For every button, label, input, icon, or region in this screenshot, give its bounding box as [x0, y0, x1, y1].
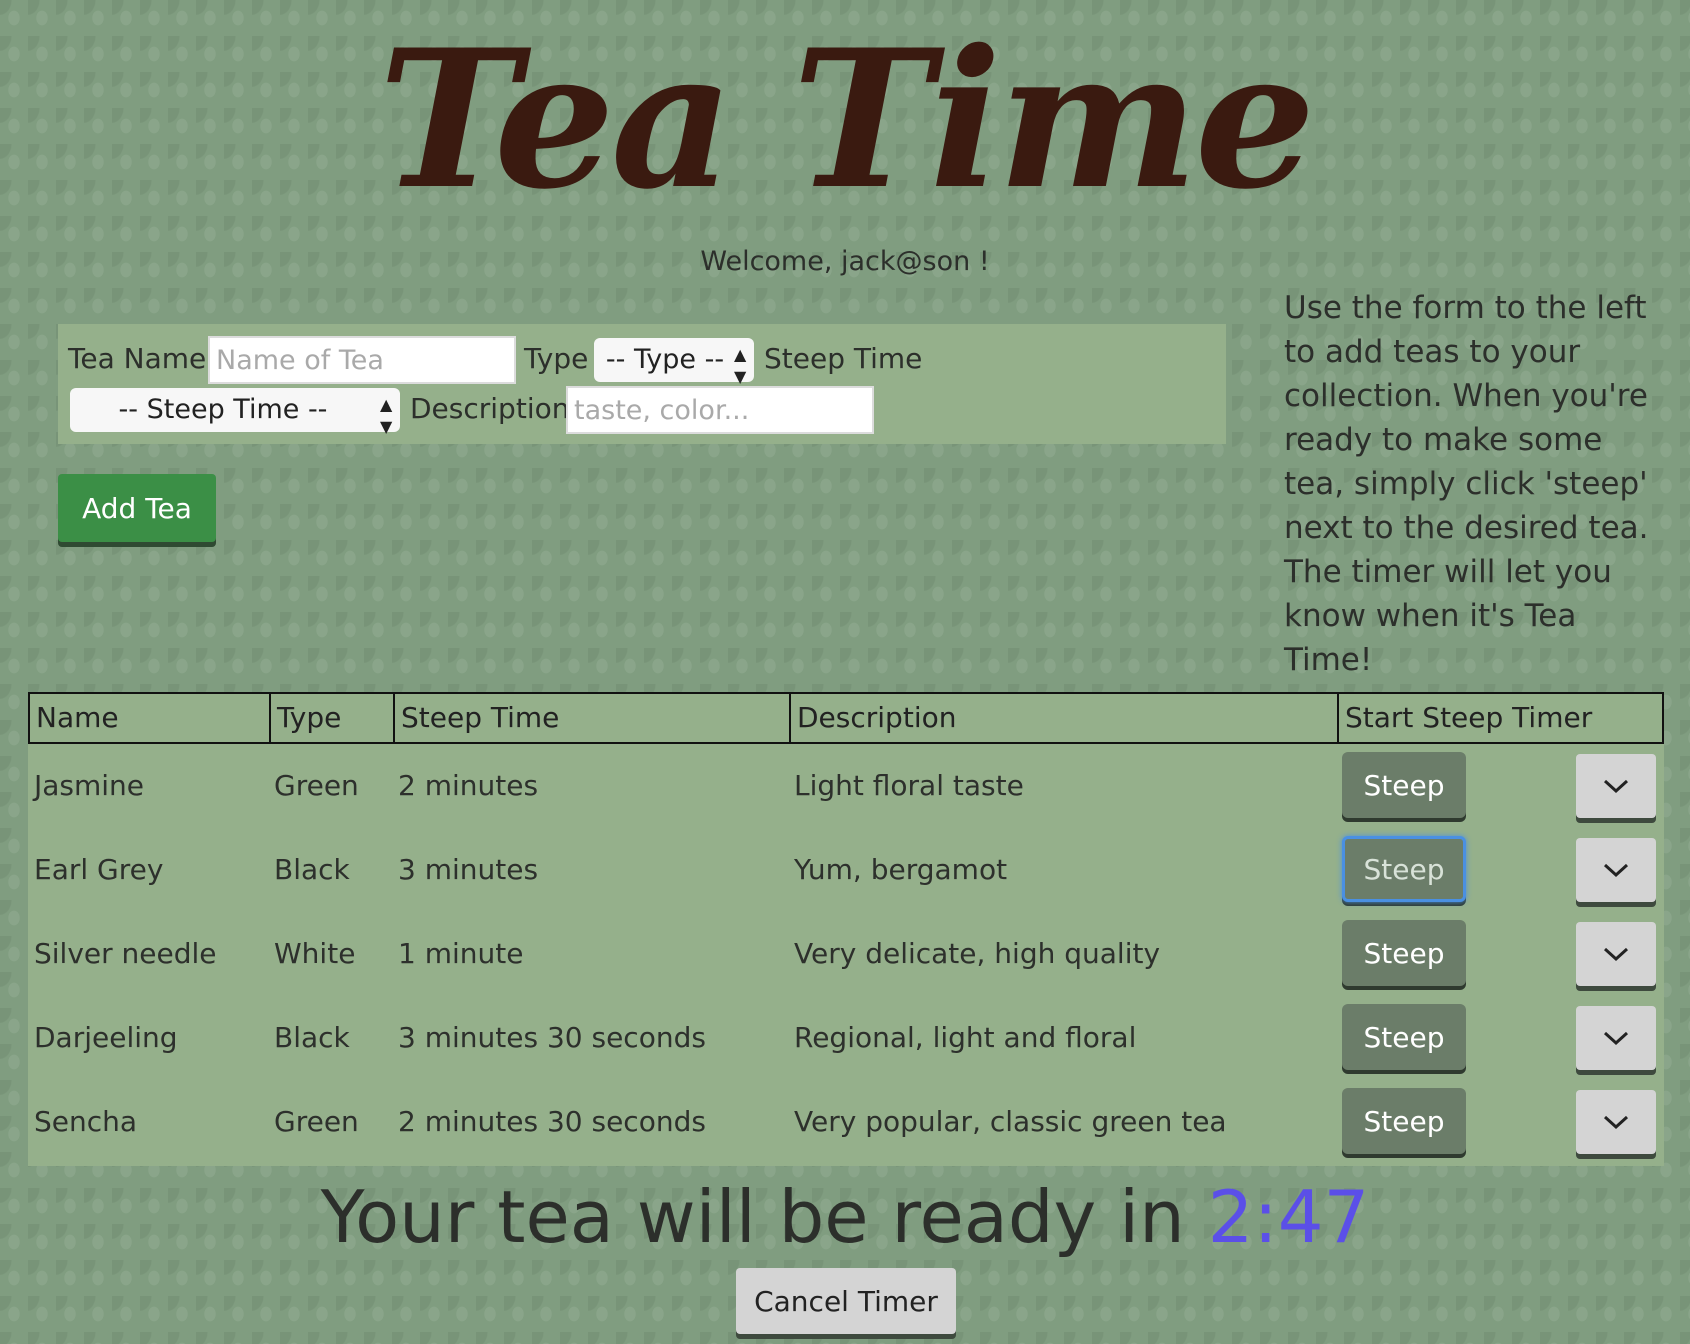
expand-row-button[interactable] — [1576, 1006, 1656, 1070]
table-row: Darjeeling Black 3 minutes 30 seconds Re… — [28, 996, 1664, 1080]
column-header-start-steep-timer: Start Steep Timer — [1345, 701, 1593, 734]
steep-button[interactable]: Steep — [1342, 920, 1466, 986]
table-row: Earl Grey Black 3 minutes Yum, bergamot … — [28, 828, 1664, 912]
steep-time-cell: 3 minutes — [398, 853, 539, 886]
tea-type-cell: Green — [274, 1105, 359, 1138]
table-row: Jasmine Green 2 minutes Light floral tas… — [28, 744, 1664, 828]
steep-button[interactable]: Steep — [1342, 1004, 1466, 1070]
welcome-message: Welcome, jack@son ! — [700, 246, 990, 277]
timer-status: Your tea will be ready in 2:47 — [0, 1172, 1690, 1262]
steep-button[interactable]: Steep — [1342, 1088, 1466, 1154]
steep-time-cell: 2 minutes — [398, 769, 539, 802]
tea-table: Name Type Steep Time Description Start S… — [28, 692, 1664, 1166]
column-header-steep-time: Steep Time — [395, 694, 791, 742]
tea-name-cell: Earl Grey — [34, 853, 164, 886]
description-cell: Regional, light and floral — [794, 1021, 1137, 1054]
table-header: Name Type Steep Time Description Start S… — [28, 692, 1664, 744]
chevron-down-icon — [1603, 863, 1629, 878]
description-cell: Very delicate, high quality — [794, 937, 1161, 970]
chevron-down-icon — [1603, 779, 1629, 794]
expand-row-button[interactable] — [1576, 838, 1656, 902]
steep-button[interactable]: Steep — [1342, 752, 1466, 818]
tea-type-cell: Black — [274, 853, 350, 886]
steep-time-cell: 1 minute — [398, 937, 524, 970]
app-title: Tea Time — [378, 8, 1315, 231]
select-arrows-icon: ▲ ▼ — [380, 395, 393, 436]
steep-time-cell: 2 minutes 30 seconds — [398, 1105, 706, 1138]
timer-message: Your tea will be ready in — [320, 1175, 1185, 1259]
expand-row-button[interactable] — [1576, 1090, 1656, 1154]
description-input[interactable] — [566, 386, 874, 434]
column-header-type: Type — [271, 694, 395, 742]
steep-time-label: Steep Time — [764, 342, 923, 375]
timer-countdown: 2:47 — [1207, 1175, 1370, 1259]
type-label: Type — [524, 342, 589, 375]
steep-time-select[interactable]: -- Steep Time -- ▲ ▼ — [70, 388, 400, 436]
chevron-down-icon — [1603, 1031, 1629, 1046]
chevron-down-icon — [1603, 947, 1629, 962]
add-tea-button[interactable]: Add Tea — [58, 474, 216, 542]
type-select-value: -- Type -- — [605, 344, 725, 375]
tea-type-cell: Black — [274, 1021, 350, 1054]
description-cell: Yum, bergamot — [794, 853, 1008, 886]
column-header-name: Name — [30, 694, 271, 742]
tea-name-cell: Jasmine — [34, 769, 145, 802]
column-header-description: Description — [791, 694, 1339, 742]
table-row: Sencha Green 2 minutes 30 seconds Very p… — [28, 1080, 1664, 1164]
help-text: Use the form to the left to add teas to … — [1284, 290, 1649, 678]
chevron-down-icon — [1603, 1115, 1629, 1130]
description-cell: Very popular, classic green tea — [794, 1105, 1227, 1138]
tea-type-cell: White — [274, 937, 356, 970]
type-select[interactable]: -- Type -- ▲ ▼ — [594, 338, 754, 386]
table-body: Jasmine Green 2 minutes Light floral tas… — [28, 744, 1664, 1166]
select-arrows-icon: ▲ ▼ — [734, 345, 747, 386]
description-label: Description — [410, 392, 570, 425]
tea-name-input[interactable] — [208, 336, 516, 384]
steep-time-cell: 3 minutes 30 seconds — [398, 1021, 706, 1054]
tea-name-label: Tea Name — [68, 342, 207, 375]
tea-name-cell: Silver needle — [34, 937, 217, 970]
add-tea-form: Tea Name Type -- Type -- ▲▼ Steep Time -… — [58, 324, 1226, 444]
table-row: Silver needle White 1 minute Very delica… — [28, 912, 1664, 996]
expand-row-button[interactable] — [1576, 754, 1656, 818]
cancel-timer-button[interactable]: Cancel Timer — [736, 1268, 956, 1334]
tea-type-cell: Green — [274, 769, 359, 802]
description-cell: Light floral taste — [794, 769, 1024, 802]
expand-row-button[interactable] — [1576, 922, 1656, 986]
steep-button[interactable]: Steep — [1342, 836, 1466, 902]
steep-time-select-value: -- Steep Time -- — [118, 394, 328, 425]
tea-name-cell: Darjeeling — [34, 1021, 178, 1054]
tea-name-cell: Sencha — [34, 1105, 138, 1138]
